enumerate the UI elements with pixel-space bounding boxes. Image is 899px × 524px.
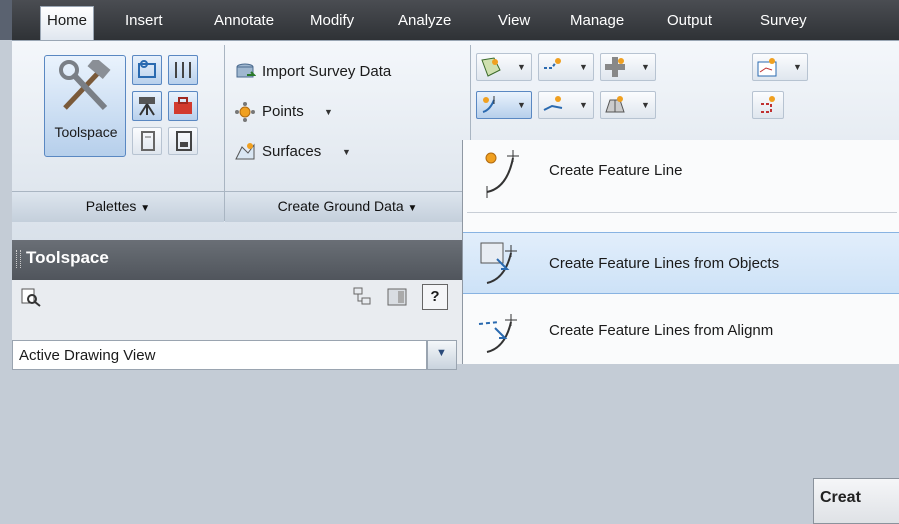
panorama-tile[interactable]	[168, 127, 198, 155]
alignment-icon	[543, 96, 563, 111]
corridor-icon	[605, 96, 625, 113]
palettes-panel-label: Palettes	[85, 198, 137, 214]
sample-lines-button[interactable]	[752, 91, 784, 119]
import-survey-label: Import Survey Data	[262, 63, 392, 80]
surfaces-label: Surfaces	[262, 143, 322, 160]
grading-button[interactable]: ▼	[538, 53, 594, 81]
chevron-down-icon: ▼	[324, 107, 333, 117]
chevron-down-icon: ▼	[793, 62, 802, 72]
feature-line-icon	[482, 96, 495, 113]
toolspace-palette: Toolspace ? Active Drawing View ▼	[12, 240, 462, 370]
feature-line-icon	[485, 150, 519, 198]
drawing-view-dropdown-button[interactable]: ▼	[427, 340, 457, 370]
magnify-icon[interactable]	[20, 286, 42, 308]
import-survey-data-button[interactable]: Import Survey Data	[234, 59, 464, 85]
intersection-icon	[605, 57, 625, 77]
toolbox-icon	[174, 97, 192, 114]
chevron-down-icon: ▼	[407, 203, 418, 214]
drawing-view-value: Active Drawing View	[19, 347, 156, 364]
tab-modify[interactable]: Modify	[310, 8, 354, 40]
properties-icon	[141, 131, 155, 151]
tab-output[interactable]: Output	[667, 8, 712, 40]
ground-data-panel-footer[interactable]: Create Ground Data ▼	[225, 191, 470, 222]
parcel-icon	[481, 57, 501, 77]
alignment-button[interactable]: ▼	[538, 91, 594, 119]
settings-tile[interactable]	[168, 55, 198, 85]
menu-item-label: Create Feature Line	[549, 162, 683, 179]
menu-item-feature-lines-from-objects[interactable]: Create Feature Lines from Objects	[463, 232, 899, 294]
properties-tile[interactable]	[132, 127, 162, 155]
chevron-down-icon: ▼	[436, 347, 447, 359]
surfaces-icon	[235, 143, 255, 160]
profile-view-icon	[757, 58, 777, 77]
tab-insert[interactable]: Insert	[125, 8, 163, 40]
item-view-icon[interactable]	[386, 286, 408, 308]
settings-tools-icon	[175, 62, 191, 78]
panorama-icon	[176, 131, 192, 151]
feature-line-dropdown-button[interactable]: ▼	[476, 91, 532, 119]
import-survey-icon	[236, 63, 256, 78]
menu-item-label: Create Feature Lines from Alignm	[549, 322, 774, 339]
toolbox-tile[interactable]	[168, 91, 198, 121]
tab-analyze[interactable]: Analyze	[398, 8, 451, 40]
survey-equipment-icon	[139, 97, 155, 116]
toolspace-body: ? Active Drawing View ▼	[12, 280, 462, 370]
toolspace-titlebar[interactable]: Toolspace	[12, 240, 462, 280]
toolspace-icon	[59, 60, 111, 111]
chevron-down-icon: ▼	[579, 62, 588, 72]
menu-separator	[467, 212, 897, 213]
points-label: Points	[262, 103, 304, 120]
toolspace-label: Toolspace	[54, 124, 118, 140]
profile-view-button[interactable]: ▼	[752, 53, 808, 81]
grip-handle-icon[interactable]	[16, 250, 21, 268]
tree-view-icon[interactable]	[352, 286, 374, 308]
grading-icon	[544, 58, 561, 69]
tab-manage[interactable]: Manage	[570, 8, 624, 40]
prospector-icon	[138, 60, 156, 78]
menu-item-label: Create Feature Lines from Objects	[549, 255, 780, 272]
menu-item-feature-lines-from-alignment[interactable]: Create Feature Lines from Alignm Creat	[463, 300, 899, 524]
points-icon	[235, 102, 255, 122]
chevron-down-icon: ▼	[517, 100, 526, 110]
points-button[interactable]: Points ▼	[234, 99, 384, 125]
menu-item-create-feature-line[interactable]: Create Feature Line	[463, 140, 899, 202]
ribbon-left-edge	[0, 0, 12, 40]
drawing-view-select[interactable]: Active Drawing View	[12, 340, 427, 370]
survey-tile[interactable]	[132, 91, 162, 121]
parcel-button[interactable]: ▼	[476, 53, 532, 81]
tab-annotate[interactable]: Annotate	[214, 8, 274, 40]
tooltip: Creat	[813, 478, 899, 524]
palettes-panel-footer[interactable]: Palettes ▼	[12, 191, 224, 222]
chevron-down-icon: ▼	[641, 62, 650, 72]
feature-lines-alignment-icon	[478, 314, 517, 353]
chevron-down-icon: ▼	[342, 147, 351, 157]
feature-line-menu: Create Feature Line Create Feature Lines…	[462, 140, 899, 524]
chevron-down-icon: ▼	[517, 62, 526, 72]
intersection-button[interactable]: ▼	[600, 53, 656, 81]
tab-home[interactable]: Home	[40, 6, 95, 41]
ribbon-tab-bar: Home Insert Annotate Modify Analyze View…	[0, 0, 899, 41]
toolspace-button[interactable]: Toolspace	[44, 55, 126, 157]
tooltip-text: Creat	[820, 489, 861, 506]
sample-lines-icon	[761, 96, 775, 113]
corridor-button[interactable]: ▼	[600, 91, 656, 119]
prospector-tile[interactable]	[132, 55, 162, 85]
toolspace-title: Toolspace	[26, 248, 109, 267]
chevron-down-icon: ▼	[579, 100, 588, 110]
surfaces-button[interactable]: Surfaces ▼	[234, 139, 384, 165]
feature-lines-objects-icon	[480, 242, 517, 284]
ground-data-panel-label: Create Ground Data	[277, 198, 404, 214]
tab-view[interactable]: View	[498, 8, 530, 40]
chevron-down-icon: ▼	[641, 100, 650, 110]
help-button[interactable]: ?	[422, 284, 448, 310]
tab-survey[interactable]: Survey	[760, 8, 807, 40]
chevron-down-icon: ▼	[140, 203, 151, 214]
